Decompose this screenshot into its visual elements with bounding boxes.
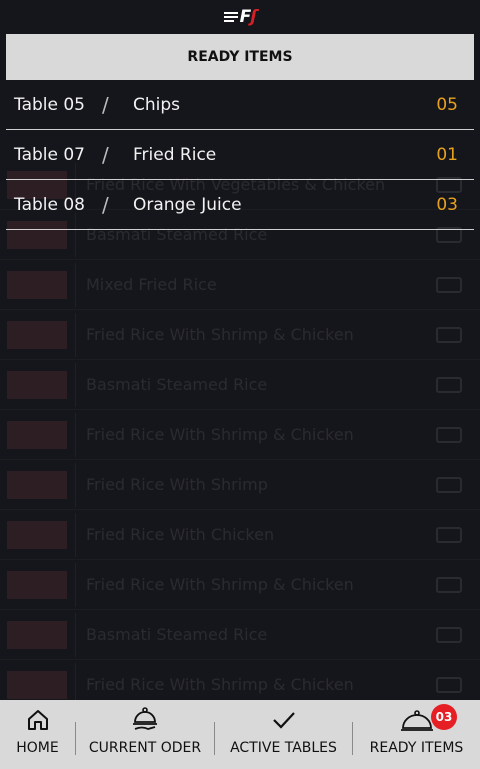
item-thumbnail: [7, 470, 67, 499]
ready-item-row[interactable]: Table 05 / Chips 05: [6, 80, 474, 130]
divider: [75, 512, 76, 557]
item-thumbnail: [7, 270, 67, 299]
item-name: Basmati Steamed Rice: [86, 375, 268, 394]
list-item[interactable]: Fried Rice With Shrimp: [0, 460, 480, 510]
nav-home[interactable]: HOME: [0, 700, 75, 769]
cloche-hand-icon: [130, 706, 160, 734]
check-icon: [271, 706, 297, 734]
item-thumbnail: [7, 570, 67, 599]
nav-ready-items-label: READY ITEMS: [369, 740, 464, 756]
list-item[interactable]: Fried Rice With Shrimp & Chicken: [0, 310, 480, 360]
serve-icon[interactable]: [436, 376, 462, 393]
table-label: Table 08: [14, 194, 85, 215]
panel-title: READY ITEMS: [6, 34, 474, 80]
serve-icon[interactable]: [436, 476, 462, 493]
nav-current-order[interactable]: CURRENT ODER: [76, 700, 214, 769]
divider: [75, 362, 76, 407]
nav-active-tables[interactable]: ACTIVE TABLES: [215, 700, 352, 769]
cloche-icon: [399, 706, 435, 734]
serve-icon[interactable]: [436, 576, 462, 593]
app-logo: Fʃ: [223, 7, 257, 27]
separator: /: [102, 142, 109, 167]
list-item[interactable]: Fried Rice With Chicken: [0, 510, 480, 560]
list-item[interactable]: Fried Rice With Shrimp & Chicken: [0, 560, 480, 610]
item-name: Fried Rice With Shrimp: [86, 475, 268, 494]
serve-icon[interactable]: [436, 326, 462, 343]
item-thumbnail: [7, 370, 67, 399]
ready-item-row[interactable]: Table 07 / Fried Rice 01: [6, 130, 474, 180]
serve-icon[interactable]: [436, 526, 462, 543]
item-thumbnail: [7, 520, 67, 549]
item-quantity: 05: [436, 94, 458, 115]
divider: [75, 312, 76, 357]
item-quantity: 03: [436, 194, 458, 215]
item-name: Chips: [133, 94, 181, 115]
background-item-list: Fried Rice With Vegetables & Chicken Bas…: [0, 160, 480, 710]
list-item[interactable]: Fried Rice With Shrimp & Chicken: [0, 410, 480, 460]
divider: [75, 262, 76, 307]
table-label: Table 07: [14, 144, 85, 165]
item-name: Fried Rice With Shrimp & Chicken: [86, 675, 354, 694]
item-name: Basmati Steamed Rice: [86, 625, 268, 644]
divider: [75, 412, 76, 457]
list-item[interactable]: Mixed Fried Rice: [0, 260, 480, 310]
serve-icon[interactable]: [436, 676, 462, 693]
serve-icon[interactable]: [436, 426, 462, 443]
item-name: Fried Rice With Shrimp & Chicken: [86, 425, 354, 444]
ready-count-badge: 03: [431, 704, 457, 730]
table-label: Table 05: [14, 94, 85, 115]
bottom-navigation: HOME CURRENT ODER ACTIVE TABLES READY IT…: [0, 700, 480, 769]
item-quantity: 01: [436, 144, 458, 165]
item-thumbnail: [7, 620, 67, 649]
nav-home-label: HOME: [16, 740, 59, 756]
ready-items-panel: READY ITEMS Table 05 / Chips 05 Table 07…: [6, 34, 474, 230]
nav-active-tables-label: ACTIVE TABLES: [230, 740, 337, 756]
nav-current-order-label: CURRENT ODER: [88, 740, 202, 756]
home-icon: [26, 706, 50, 734]
list-item[interactable]: Basmati Steamed Rice: [0, 360, 480, 410]
logo-letter: F: [239, 7, 252, 27]
list-item[interactable]: Basmati Steamed Rice: [0, 610, 480, 660]
item-thumbnail: [7, 420, 67, 449]
item-name: Orange Juice: [133, 194, 242, 215]
item-name: Mixed Fried Rice: [86, 275, 217, 294]
divider: [75, 612, 76, 657]
divider: [75, 462, 76, 507]
item-name: Fried Rice With Shrimp & Chicken: [86, 575, 354, 594]
serve-icon[interactable]: [436, 626, 462, 643]
divider: [75, 562, 76, 607]
separator: /: [102, 192, 109, 217]
separator: /: [102, 92, 109, 117]
app-logo-bar: Fʃ: [0, 0, 480, 34]
nav-ready-items[interactable]: READY ITEMS 03: [353, 700, 480, 769]
item-thumbnail: [7, 320, 67, 349]
item-name: Fried Rice With Chicken: [86, 525, 275, 544]
ready-item-row[interactable]: Table 08 / Orange Juice 03: [6, 180, 474, 230]
item-thumbnail: [7, 670, 67, 699]
serve-icon[interactable]: [436, 276, 462, 293]
item-name: Fried Rice With Shrimp & Chicken: [86, 325, 354, 344]
item-name: Fried Rice: [133, 144, 217, 165]
